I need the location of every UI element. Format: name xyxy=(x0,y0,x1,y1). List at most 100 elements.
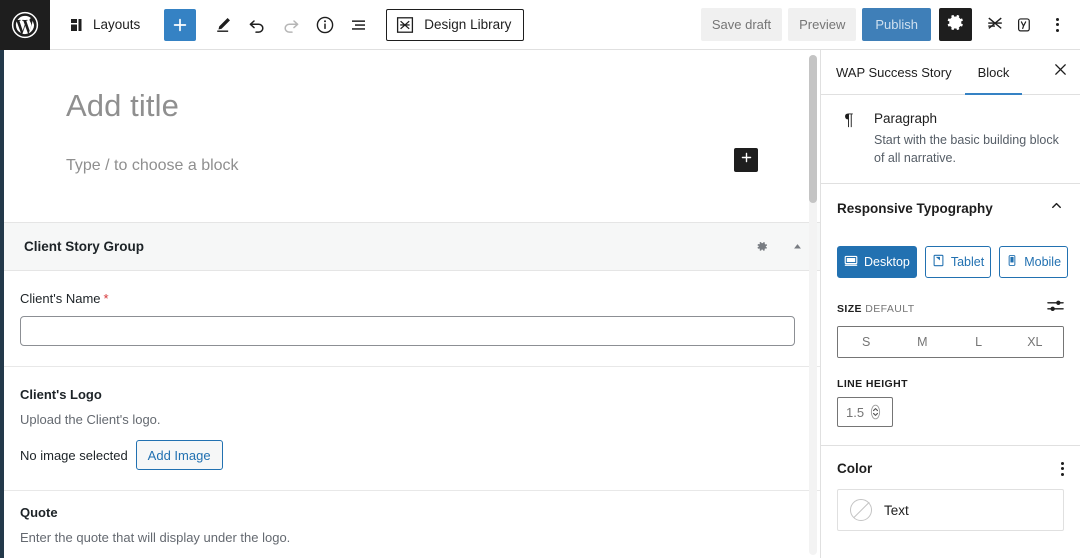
plugin-kit-button[interactable] xyxy=(980,10,1010,40)
design-library-label: Design Library xyxy=(424,17,512,32)
quote-description: Enter the quote that will display under … xyxy=(20,530,291,545)
responsive-typography-header[interactable]: Responsive Typography xyxy=(821,184,1080,232)
block-card-inner: ¶ Paragraph Start with the basic buildin… xyxy=(837,110,1064,167)
wordpress-logo-icon[interactable] xyxy=(0,0,50,50)
field-clients-logo: Client's Logo Upload the Client's logo. … xyxy=(4,367,820,491)
size-label-row: SIZE DEFAULT xyxy=(837,298,1064,319)
quote-label: Quote xyxy=(20,505,58,520)
block-placeholder-text[interactable]: Type / to choose a block xyxy=(66,157,239,175)
size-button-group: S M L XL xyxy=(837,326,1064,359)
responsive-typography-title: Responsive Typography xyxy=(837,200,993,216)
editor-scroll-area: Add title Type / to choose a block Clien… xyxy=(4,50,820,558)
design-library-icon xyxy=(395,15,415,35)
editor-scrollbar[interactable] xyxy=(809,55,817,555)
plus-icon xyxy=(740,151,753,169)
size-s-button[interactable]: S xyxy=(838,327,895,358)
redo-arrow-icon xyxy=(281,15,301,35)
gear-icon[interactable] xyxy=(754,239,769,254)
field-label: Client's Name * xyxy=(20,291,800,306)
color-item-label: Text xyxy=(884,502,909,518)
layouts-label: Layouts xyxy=(93,17,141,32)
paragraph-pilcrow-icon: ¶ xyxy=(844,110,854,129)
editor-scrollbar-thumb[interactable] xyxy=(809,55,817,203)
default-block-row: Type / to choose a block xyxy=(66,146,758,186)
stepper-arrows-icon[interactable] xyxy=(870,403,881,421)
redo-button[interactable] xyxy=(274,8,308,42)
undo-button[interactable] xyxy=(240,8,274,42)
clients-logo-label: Client's Logo xyxy=(20,387,102,402)
tab-wap-success-story[interactable]: WAP Success Story xyxy=(823,51,965,95)
sliders-icon[interactable] xyxy=(1047,298,1064,319)
color-item-text[interactable]: Text xyxy=(837,489,1064,532)
kebab-menu-icon xyxy=(1055,17,1059,32)
details-button[interactable] xyxy=(308,8,342,42)
chevron-up-icon[interactable] xyxy=(791,240,804,253)
size-xl-button[interactable]: XL xyxy=(1006,327,1063,358)
yoast-seo-button[interactable] xyxy=(1010,10,1040,40)
tablet-icon xyxy=(932,254,945,270)
block-description: Start with the basic building block of a… xyxy=(874,133,1059,166)
device-desktop-label: Desktop xyxy=(864,255,910,270)
device-tablet-label: Tablet xyxy=(950,255,985,270)
preview-button[interactable]: Preview xyxy=(788,8,857,41)
clients-name-input[interactable] xyxy=(20,316,795,346)
size-label-text: SIZE xyxy=(837,302,862,315)
responsive-typography-panel: Responsive Typography Desktop Tablet Mob… xyxy=(821,184,1080,445)
toolbar-right-group: Save draft Preview Publish xyxy=(700,8,1080,41)
editor-toolbar: Layouts Design Library Save draft Previe… xyxy=(0,0,1080,50)
mobile-icon xyxy=(1006,254,1018,270)
layouts-button[interactable]: Layouts xyxy=(60,8,150,42)
block-card: ¶ Paragraph Start with the basic buildin… xyxy=(821,95,1080,185)
close-sidebar-button[interactable] xyxy=(1040,50,1080,94)
color-panel: Color Text xyxy=(821,445,1080,532)
gear-icon xyxy=(946,13,965,37)
publish-button[interactable]: Publish xyxy=(862,8,931,41)
size-value-text: DEFAULT xyxy=(865,302,915,315)
more-options-button[interactable] xyxy=(1042,10,1072,40)
editor-canvas: Add title Type / to choose a block Clien… xyxy=(0,50,820,558)
line-height-value: 1.5 xyxy=(846,404,865,420)
pencil-icon xyxy=(214,15,233,34)
tools-pencil-button[interactable] xyxy=(206,8,240,42)
field-clients-name: Client's Name * xyxy=(4,271,820,367)
metabox-header[interactable]: Client Story Group xyxy=(4,223,820,271)
close-icon xyxy=(1053,62,1068,82)
add-block-button[interactable] xyxy=(164,8,197,41)
size-m-button[interactable]: M xyxy=(894,327,951,358)
device-mobile-label: Mobile xyxy=(1024,255,1062,270)
design-library-button[interactable]: Design Library xyxy=(386,8,525,41)
block-inserter-button[interactable] xyxy=(734,148,758,172)
save-draft-button[interactable]: Save draft xyxy=(700,8,783,41)
block-name: Paragraph xyxy=(874,111,938,126)
layouts-icon xyxy=(70,17,86,33)
no-color-icon xyxy=(850,499,872,522)
responsive-typography-body: Desktop Tablet Mobile SIZE DEFAULT S M L… xyxy=(821,246,1080,445)
field-quote: Quote Enter the quote that will display … xyxy=(4,491,820,558)
toolbar-left-group: Layouts Design Library xyxy=(50,8,525,42)
plus-icon xyxy=(172,17,188,33)
device-tablet-button[interactable]: Tablet xyxy=(924,246,992,279)
tab-block[interactable]: Block xyxy=(964,51,1023,95)
kebab-menu-icon[interactable] xyxy=(1061,461,1064,476)
line-height-label: LINE HEIGHT xyxy=(837,378,908,391)
block-card-text: Paragraph Start with the basic building … xyxy=(874,111,1064,167)
info-circle-icon xyxy=(315,15,335,35)
device-mobile-button[interactable]: Mobile xyxy=(999,246,1069,279)
post-title-input[interactable]: Add title xyxy=(4,50,820,124)
undo-arrow-icon xyxy=(247,15,267,35)
list-view-icon xyxy=(349,15,369,35)
metabox-header-actions xyxy=(754,239,804,254)
metabox-title: Client Story Group xyxy=(24,239,145,254)
elementor-kit-icon xyxy=(985,13,1006,37)
settings-button[interactable] xyxy=(939,8,972,41)
list-view-button[interactable] xyxy=(342,8,376,42)
required-marker: * xyxy=(103,291,109,306)
sidebar-tabs: WAP Success Story Block xyxy=(821,50,1080,95)
device-toggle-group: Desktop Tablet Mobile xyxy=(837,246,1069,279)
device-desktop-button[interactable]: Desktop xyxy=(837,246,917,279)
clients-name-label: Client's Name xyxy=(20,291,101,306)
media-status-text: No image selected xyxy=(20,447,128,463)
line-height-input[interactable]: 1.5 xyxy=(837,397,893,428)
size-l-button[interactable]: L xyxy=(950,327,1007,358)
add-image-button[interactable]: Add Image xyxy=(135,440,223,470)
